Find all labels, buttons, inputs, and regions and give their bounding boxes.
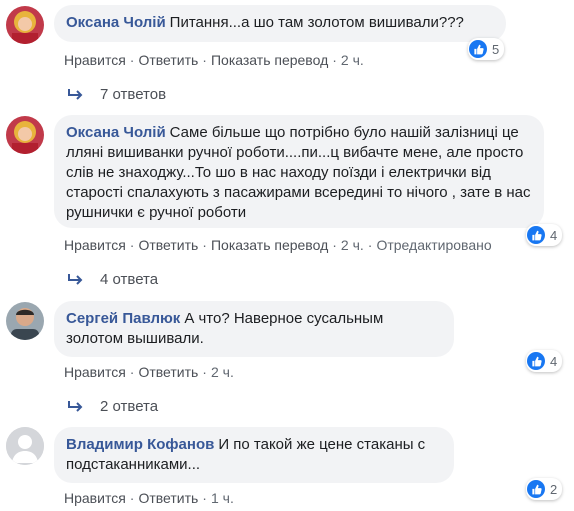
like-icon xyxy=(527,226,545,244)
comment-actions: Нравится · Ответить · 1 ч. xyxy=(64,490,234,506)
reaction-count-value: 2 xyxy=(550,481,558,497)
separator: · xyxy=(129,52,135,68)
comment-bubble: Владимир Кофанов И по такой же цене стака… xyxy=(54,427,454,483)
comment-author[interactable]: Сергей Павлюк xyxy=(66,310,180,327)
replies-count: 2 ответа xyxy=(100,398,159,415)
avatar[interactable] xyxy=(6,6,44,44)
comment-bubble: Оксана Чолій Саме більше що потрібно було… xyxy=(54,115,544,228)
like-button[interactable]: Нравится xyxy=(64,364,126,380)
like-button[interactable]: Нравится xyxy=(64,490,126,506)
comment-text: Питання...а шо там золотом вишивали??? xyxy=(169,14,464,31)
translate-link[interactable]: Показать перевод xyxy=(211,52,328,68)
separator: · xyxy=(129,490,135,506)
replies-count: 4 ответа xyxy=(100,271,159,288)
reply-button[interactable]: Ответить xyxy=(138,237,198,253)
reaction-count[interactable]: 5 xyxy=(468,38,505,60)
reaction-count[interactable]: 4 xyxy=(526,350,563,372)
comment-actions: Нравится · Ответить · Показать перевод · 2 ч. xyxy=(64,52,364,68)
separator: · xyxy=(129,364,135,380)
avatar[interactable] xyxy=(6,116,44,154)
replies-count: 7 ответов xyxy=(100,86,167,103)
comment-author[interactable]: Владимир Кофанов xyxy=(66,436,214,453)
separator: · xyxy=(332,237,337,253)
comment-time[interactable]: 2 ч. xyxy=(211,364,234,380)
like-icon xyxy=(527,352,545,370)
avatar[interactable] xyxy=(6,427,44,465)
comment-time[interactable]: 2 ч. xyxy=(341,237,364,253)
like-button[interactable]: Нравится xyxy=(64,237,126,253)
reply-button[interactable]: Ответить xyxy=(138,52,198,68)
comment-actions: Нравится · Ответить · Показать перевод · 2 ч. ·… xyxy=(64,237,492,253)
reaction-count-value: 5 xyxy=(492,41,500,57)
comment-actions: Нравится · Ответить · 2 ч. xyxy=(64,364,234,380)
like-icon xyxy=(527,480,545,498)
reply-arrow-icon xyxy=(68,88,83,100)
like-icon xyxy=(469,40,487,58)
separator: · xyxy=(202,490,207,506)
reply-arrow-icon xyxy=(68,400,83,412)
comment-author[interactable]: Оксана Чолій xyxy=(66,14,166,31)
separator: · xyxy=(332,52,337,68)
reaction-count-value: 4 xyxy=(550,227,558,243)
view-replies-link[interactable]: 2 ответа xyxy=(66,398,158,415)
separator: · xyxy=(202,52,207,68)
reply-button[interactable]: Ответить xyxy=(138,364,198,380)
separator: · xyxy=(202,364,207,380)
edited-label[interactable]: Отредактировано xyxy=(376,237,491,253)
reaction-count[interactable]: 4 xyxy=(526,224,563,246)
view-replies-link[interactable]: 4 ответа xyxy=(66,271,158,288)
view-replies-link[interactable]: 7 ответов xyxy=(66,86,166,103)
reaction-count-value: 4 xyxy=(550,353,558,369)
comment-bubble: Сергей Павлюк А что? Наверное сусальным з… xyxy=(54,301,454,357)
comment-author[interactable]: Оксана Чолій xyxy=(66,124,166,141)
like-button[interactable]: Нравится xyxy=(64,52,126,68)
separator: · xyxy=(129,237,135,253)
reply-arrow-icon xyxy=(68,273,83,285)
comment-bubble: Оксана Чолій Питання...а шо там золотом в… xyxy=(54,5,506,42)
comment-time[interactable]: 1 ч. xyxy=(211,490,234,506)
separator: · xyxy=(367,237,373,253)
avatar[interactable] xyxy=(6,302,44,340)
translate-link[interactable]: Показать перевод xyxy=(211,237,328,253)
reply-button[interactable]: Ответить xyxy=(138,490,198,506)
comment-time[interactable]: 2 ч. xyxy=(341,52,364,68)
separator: · xyxy=(202,237,207,253)
reaction-count[interactable]: 2 xyxy=(526,478,563,500)
